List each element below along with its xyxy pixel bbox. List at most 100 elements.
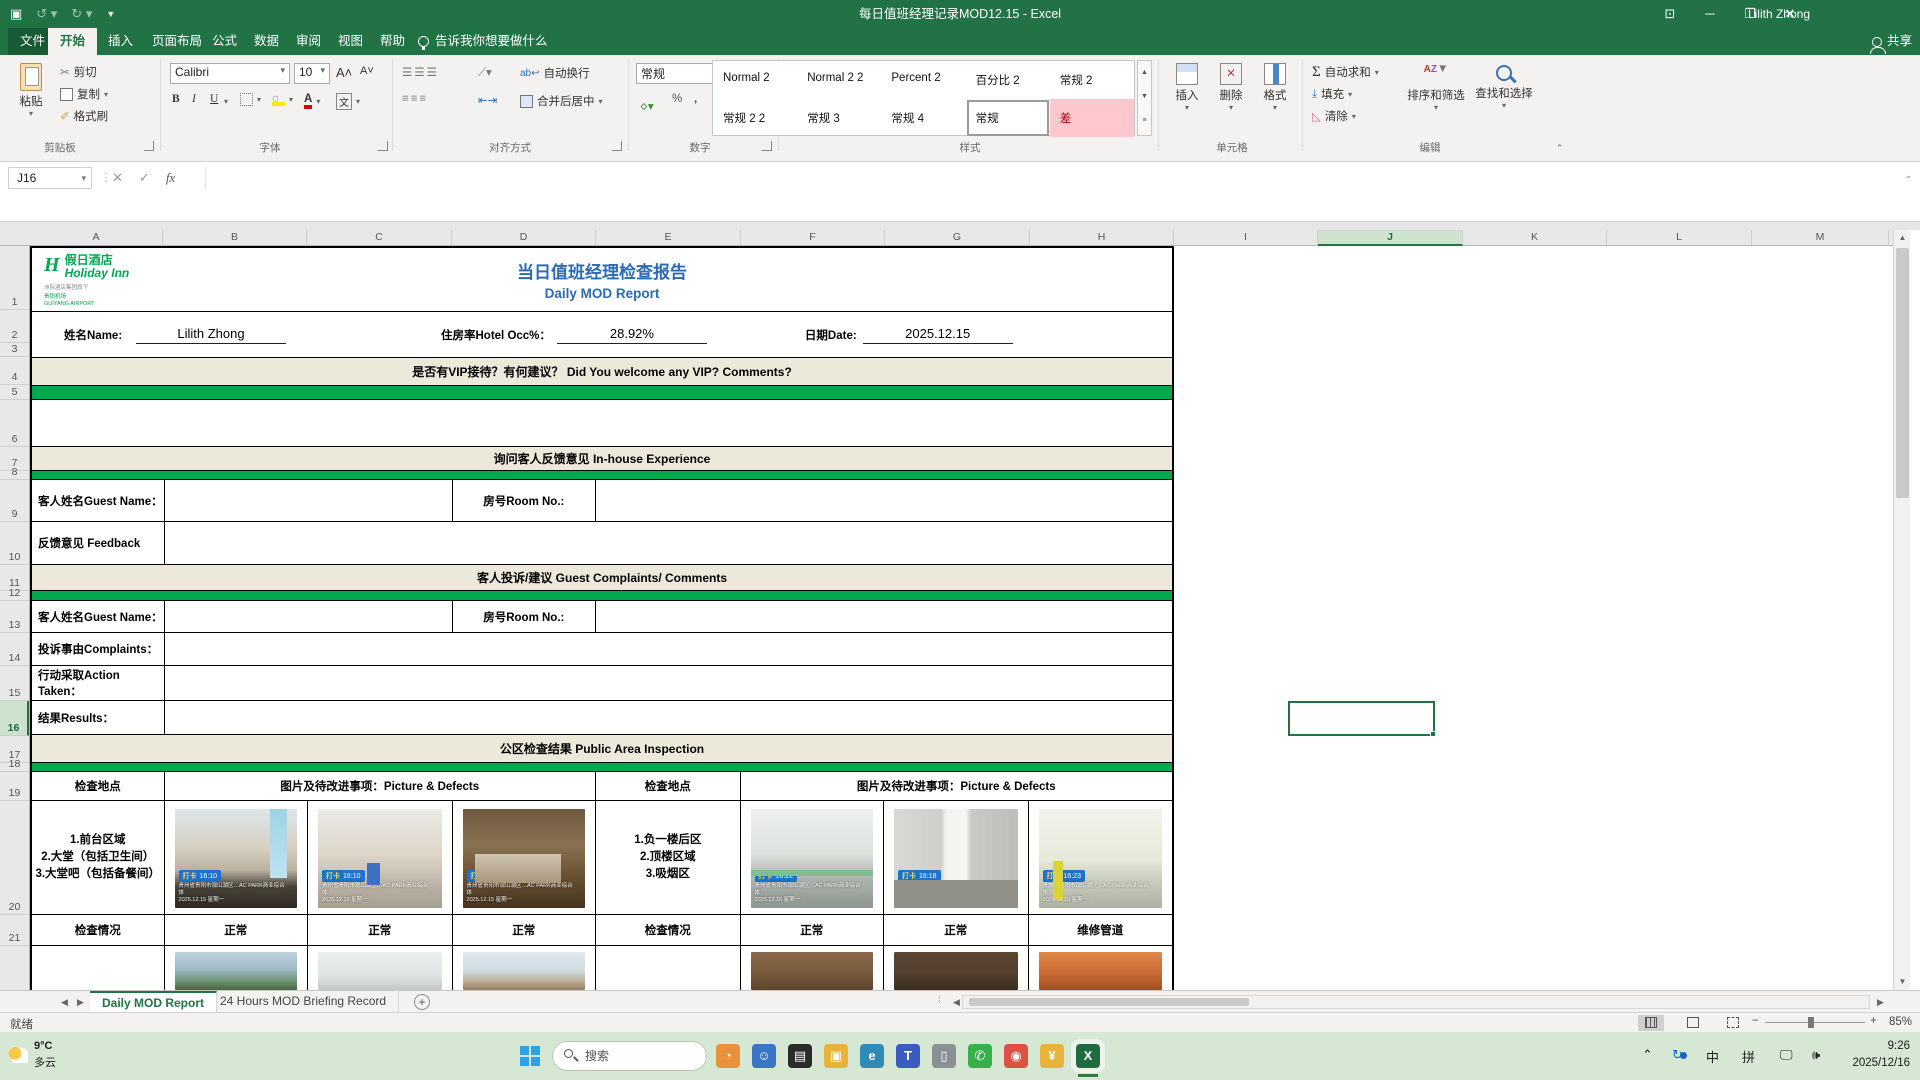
sync-icon[interactable]: ↻ <box>1672 1047 1687 1063</box>
qat-customize-icon[interactable]: ▼ <box>106 9 115 19</box>
row-header-8[interactable]: 8 <box>0 471 29 480</box>
cancel-icon[interactable]: ✕ <box>112 170 123 186</box>
merge-center-button[interactable]: 合并后居中▾ <box>520 93 603 109</box>
font-color-button[interactable]: A▾ <box>304 93 320 109</box>
photo-cell[interactable]: 打卡16:18贵州省贵阳市观山湖区…AC PARK商业综合体 2025.12.1… <box>884 801 1029 914</box>
sheet-nav-left-icon[interactable]: ◀ <box>56 991 73 1013</box>
format-painter-button[interactable]: ✐格式刷 <box>60 105 108 127</box>
sheet-nav-right-icon[interactable]: ▶ <box>72 991 89 1013</box>
accounting-format-button[interactable]: 🝔▾ <box>640 93 654 117</box>
normal-view-icon[interactable] <box>1638 1015 1664 1031</box>
row-header-20[interactable]: 20 <box>0 801 29 915</box>
taskbar-app-device[interactable]: ▯ <box>932 1044 956 1068</box>
comma-button[interactable]: , <box>694 93 697 105</box>
formula-input[interactable] <box>205 167 1890 189</box>
cell-style-常规 3[interactable]: 常规 3 <box>797 99 881 137</box>
clipboard-dialog-launcher[interactable] <box>144 141 154 151</box>
display-device-icon[interactable]: 🖵 <box>1780 1047 1793 1063</box>
sheet-grid[interactable]: 123456789101112131415161718192021 H 假日酒店… <box>0 246 1890 990</box>
grow-font-button[interactable]: A˄ <box>336 65 352 80</box>
ime-pinyin-icon[interactable]: 拼 <box>1742 1047 1755 1066</box>
taskbar-app-chrome[interactable]: ◉ <box>1004 1044 1028 1068</box>
undo-icon[interactable]: ↺ ▾ <box>36 6 57 22</box>
row-header-5[interactable]: 5 <box>0 385 29 400</box>
namebox-splitter[interactable]: ⋮ <box>100 170 112 184</box>
photo-cell[interactable]: 打卡16:23贵州省贵阳市观山湖区…AC PARK商业综合体 2025.12.1… <box>1029 801 1173 914</box>
guest-name-input[interactable] <box>165 480 453 521</box>
collapse-ribbon-button[interactable]: ⌃ <box>1556 143 1564 154</box>
row-header-9[interactable]: 9 <box>0 480 29 522</box>
format-cells-button[interactable]: 格式▾ <box>1254 59 1296 137</box>
taskbar-app-teams[interactable]: T <box>896 1044 920 1068</box>
cut-button[interactable]: ✂剪切 <box>60 61 108 83</box>
share-button[interactable]: 共享 <box>1872 28 1912 55</box>
taskbar-search-input[interactable]: 搜索 <box>552 1041 707 1071</box>
vertical-scroll-thumb[interactable] <box>1896 248 1909 498</box>
minimize-button[interactable]: ─ <box>1690 0 1730 28</box>
taskbar-app-notebook[interactable]: ▤ <box>788 1044 812 1068</box>
scroll-down-arrow[interactable]: ▼ <box>1894 974 1911 990</box>
column-header-E[interactable]: E <box>596 230 741 246</box>
enter-icon[interactable]: ✓ <box>139 170 150 186</box>
selected-cell-J16[interactable] <box>1288 701 1435 736</box>
cell-style-Normal 2 2[interactable]: Normal 2 2 <box>797 61 881 99</box>
page-layout-view-icon[interactable] <box>1680 1015 1706 1031</box>
column-header-L[interactable]: L <box>1607 230 1752 246</box>
taskbar-clock[interactable]: 9:26 2025/12/16 <box>1852 1038 1910 1072</box>
horizontal-scrollbar[interactable] <box>962 995 1870 1009</box>
name-box[interactable]: J16▾ <box>8 167 92 189</box>
column-header-M[interactable]: M <box>1752 230 1889 246</box>
taskbar-app-finance[interactable]: ¥ <box>1040 1044 1064 1068</box>
zoom-slider-thumb[interactable] <box>1808 1017 1814 1028</box>
photo-cell[interactable]: 打卡16:22贵州省贵阳市观山湖区…AC PARK商业综合体 2025.12.1… <box>741 801 885 914</box>
tab-insert[interactable]: 插入 <box>96 28 145 55</box>
feedback-input[interactable] <box>165 522 1172 564</box>
cell-style-百分比 2[interactable]: 百分比 2 <box>966 61 1050 99</box>
column-header-B[interactable]: B <box>163 230 307 246</box>
photo-cell[interactable]: 打卡16:10贵州省贵阳市观山湖区…AC PARK商业综合体 2025.12.1… <box>308 801 453 914</box>
paste-button[interactable]: 粘贴▾ <box>8 59 54 137</box>
column-header-C[interactable]: C <box>307 230 452 246</box>
underline-button[interactable]: U <box>210 93 218 105</box>
close-button[interactable]: ✕ <box>1770 0 1810 28</box>
styles-scroll-buttons[interactable]: ▲▼≡ <box>1137 60 1152 136</box>
date-value[interactable]: 2025.12.15 <box>863 326 1013 344</box>
redo-icon[interactable]: ↻ ▾ <box>71 6 92 22</box>
photo-cell[interactable]: 打卡16:09贵州省贵阳市观山湖区…AC PARK商业综合体 2025.12.1… <box>453 801 597 914</box>
column-header-I[interactable]: I <box>1174 230 1318 246</box>
tab-help[interactable]: 帮助 <box>368 28 417 55</box>
ribbon-display-options-icon[interactable]: ⊡ <box>1650 0 1690 28</box>
row-header-2[interactable]: 2 <box>0 310 29 343</box>
taskbar-app-edge[interactable]: e <box>860 1044 884 1068</box>
font-size-combo[interactable]: 10▾ <box>294 63 330 84</box>
row-header-15[interactable]: 15 <box>0 666 29 701</box>
italic-button[interactable]: I <box>192 93 196 105</box>
borders-button[interactable]: ▾ <box>240 93 261 106</box>
alignment-dialog-launcher[interactable] <box>612 141 622 151</box>
row-header-4[interactable]: 4 <box>0 357 29 385</box>
vip-answer-cell[interactable] <box>32 400 1172 447</box>
font-name-combo[interactable]: Calibri▾ <box>170 63 290 84</box>
sheet-tab-24-hours-briefing[interactable]: 24 Hours MOD Briefing Record <box>208 991 399 1013</box>
insert-cells-button[interactable]: 插入▾ <box>1166 59 1208 137</box>
phonetic-button[interactable]: 文▾ <box>336 93 360 110</box>
vertical-align-buttons[interactable]: ☰☰☰ <box>402 65 439 79</box>
hscroll-right-arrow[interactable]: ▶ <box>1872 991 1889 1013</box>
tray-hidden-icons-chevron[interactable]: ⌃ <box>1642 1047 1653 1063</box>
row-header-6[interactable]: 6 <box>0 400 29 447</box>
cell-style-Normal 2[interactable]: Normal 2 <box>713 61 797 99</box>
start-button[interactable] <box>520 1046 540 1066</box>
save-icon[interactable]: ▣ <box>10 6 22 22</box>
vertical-scrollbar[interactable]: ▲ ▼ <box>1893 230 1910 990</box>
column-header-D[interactable]: D <box>452 230 596 246</box>
zoom-level[interactable]: 85% <box>1889 1016 1912 1028</box>
insert-function-icon[interactable]: fx <box>166 170 175 186</box>
taskbar-app-wechat[interactable]: ✆ <box>968 1044 992 1068</box>
row-header-10[interactable]: 10 <box>0 522 29 565</box>
occ-value[interactable]: 28.92% <box>557 326 707 344</box>
row-header-12[interactable]: 12 <box>0 591 29 601</box>
orientation-button[interactable]: ⟋▾ <box>478 65 492 80</box>
row-header-13[interactable]: 13 <box>0 601 29 633</box>
row-header-1[interactable]: 1 <box>0 246 29 310</box>
cell-style-差[interactable]: 差 <box>1050 99 1134 137</box>
